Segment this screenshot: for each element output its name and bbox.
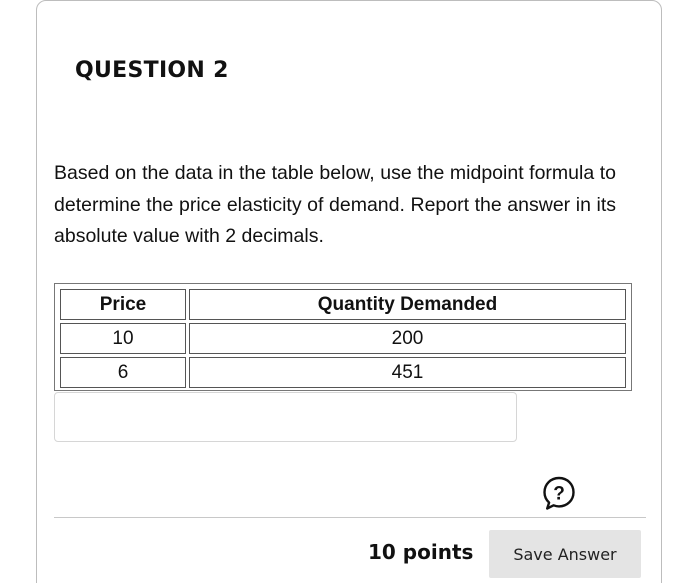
- answer-input[interactable]: [54, 392, 517, 442]
- table-row: 10 200: [60, 323, 626, 354]
- question-text: Based on the data in the table below, us…: [54, 162, 616, 247]
- header-price: Price: [60, 289, 186, 320]
- data-table-container: Price Quantity Demanded 10 200 6 451: [54, 283, 632, 391]
- table-header-row: Price Quantity Demanded: [60, 289, 626, 320]
- footer-divider: [54, 517, 646, 518]
- header-quantity-demanded: Quantity Demanded: [189, 289, 626, 320]
- question-circle-icon[interactable]: ?: [541, 475, 577, 511]
- points-label: 10 points: [368, 540, 474, 564]
- cell-quantity: 451: [189, 357, 626, 388]
- cell-price: 6: [60, 357, 186, 388]
- save-answer-button[interactable]: Save Answer: [489, 530, 641, 578]
- cell-quantity: 200: [189, 323, 626, 354]
- cell-price: 10: [60, 323, 186, 354]
- table-row: 6 451: [60, 357, 626, 388]
- data-table: Price Quantity Demanded 10 200 6 451: [57, 286, 629, 391]
- svg-text:?: ?: [553, 484, 565, 505]
- question-title: QUESTION 2: [75, 58, 229, 83]
